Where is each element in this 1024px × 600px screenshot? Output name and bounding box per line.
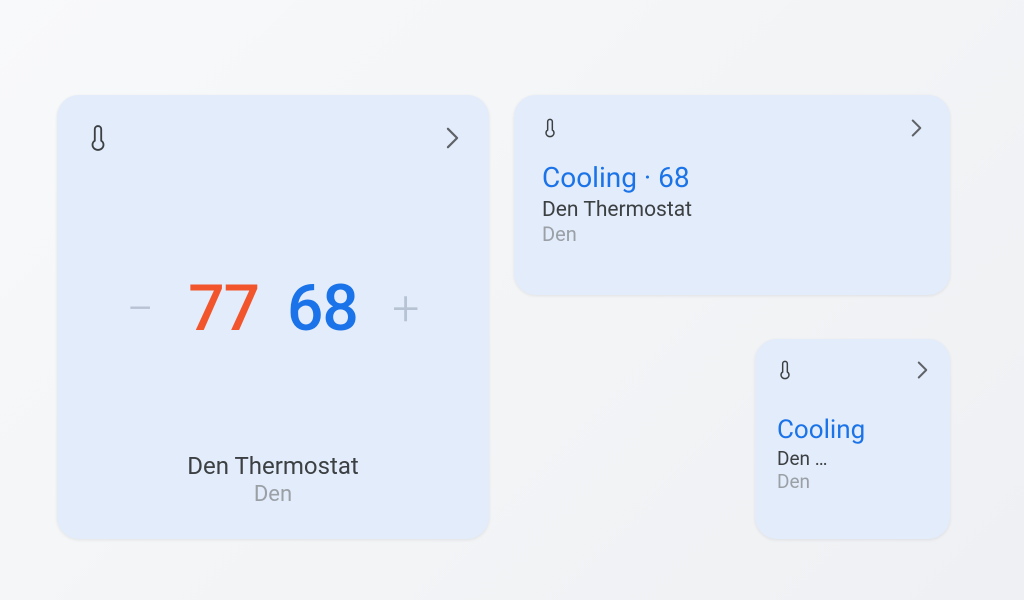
chevron-right-icon[interactable]: [446, 127, 459, 153]
card-header: [542, 117, 922, 143]
device-room: Den: [542, 222, 922, 246]
thermostat-card-medium[interactable]: Cooling · 68 Den Thermostat Den: [514, 95, 950, 295]
heat-setpoint: 77: [188, 271, 259, 346]
card-footer: Den Thermostat Den: [87, 452, 459, 515]
status-text: Cooling · 68: [542, 161, 922, 194]
cool-setpoint: 68: [287, 271, 358, 346]
chevron-right-icon[interactable]: [911, 119, 922, 141]
thermometer-icon: [87, 123, 109, 157]
thermostat-card-large[interactable]: − 77 68 + Den Thermostat Den: [57, 95, 489, 539]
decrease-temp-button[interactable]: −: [120, 285, 160, 333]
increase-temp-button[interactable]: +: [386, 285, 426, 333]
thermostat-card-small[interactable]: Cooling Den … Den: [755, 339, 950, 539]
device-room: Den: [777, 470, 928, 493]
device-name: Den Thermostat: [542, 198, 922, 222]
chevron-right-icon[interactable]: [917, 361, 928, 383]
status-text: Cooling: [777, 415, 928, 445]
device-name: Den …: [777, 447, 928, 470]
thermometer-icon: [777, 359, 793, 385]
thermometer-icon: [542, 117, 558, 143]
card-header: [87, 123, 459, 157]
card-header: [777, 359, 928, 385]
temperature-controls: − 77 68 +: [87, 165, 459, 452]
device-name: Den Thermostat: [87, 452, 459, 480]
device-room: Den: [87, 482, 459, 507]
